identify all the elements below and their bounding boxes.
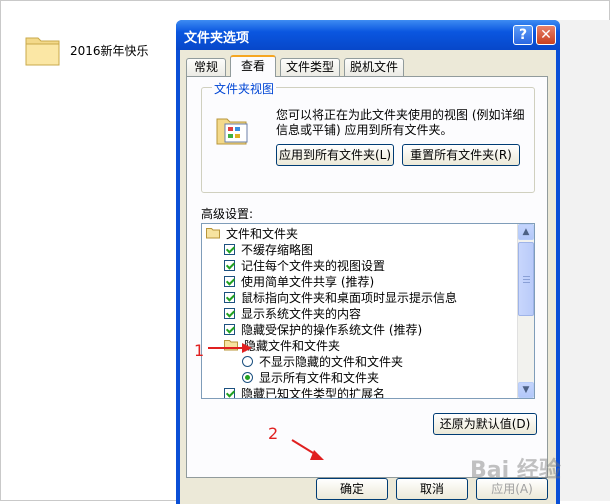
cancel-button[interactable]: 取消: [396, 478, 468, 500]
tab-offline-files[interactable]: 脱机文件: [344, 58, 404, 76]
advanced-settings-list[interactable]: 文件和文件夹 不缓存缩略图 记住每个文件夹的视图设置 使用简单文件共享 (推荐)…: [201, 223, 535, 399]
radio-button-selected[interactable]: [242, 371, 253, 383]
scroll-up-arrow-icon[interactable]: ▲: [518, 224, 534, 240]
checkbox[interactable]: [224, 243, 235, 255]
vertical-scrollbar[interactable]: ▲ ▼: [517, 224, 534, 398]
list-item[interactable]: 隐藏已知文件类型的扩展名: [224, 385, 386, 399]
list-item[interactable]: 记住每个文件夹的视图设置: [224, 257, 385, 273]
folder-label: 2016新年快乐: [70, 43, 149, 58]
list-item[interactable]: 鼠标指向文件夹和桌面项时显示提示信息: [224, 289, 457, 305]
tab-view[interactable]: 查看: [230, 55, 276, 77]
ok-button[interactable]: 确定: [316, 478, 388, 500]
restore-defaults-button[interactable]: 还原为默认值(D): [433, 413, 537, 435]
watermark: Bai 经验: [470, 458, 561, 483]
close-button[interactable]: ✕: [536, 25, 556, 45]
list-item[interactable]: 不显示隐藏的文件和文件夹: [242, 353, 403, 369]
folder-icon: [206, 228, 220, 239]
list-item[interactable]: 隐藏受保护的操作系统文件 (推荐): [224, 321, 422, 337]
checkbox[interactable]: [224, 323, 235, 335]
folder-view-icon: [216, 118, 248, 145]
view-tab-panel: 文件夹视图 您可以将正在为此文件夹使用的视图 (例如详细信息或平铺) 应用到所有…: [186, 76, 548, 478]
checkbox[interactable]: [224, 275, 235, 287]
list-item[interactable]: 使用简单文件共享 (推荐): [224, 273, 374, 289]
annotation-marker-2: 2: [268, 424, 279, 443]
setting-label: 不缓存缩略图: [241, 242, 314, 257]
setting-label: 隐藏文件和文件夹: [244, 338, 341, 353]
list-item[interactable]: 不缓存缩略图: [224, 241, 313, 257]
setting-label: 使用简单文件共享 (推荐): [241, 274, 375, 289]
folder-options-dialog: 文件夹选项 ? ✕ 常规 查看 文件类型 脱机文件 文件夹视图 您可以将正在为此…: [176, 20, 560, 504]
setting-label: 显示所有文件和文件夹: [259, 370, 380, 385]
folder-views-title: 文件夹视图: [212, 80, 277, 97]
annotation-marker-1: 1: [194, 341, 205, 360]
setting-label: 隐藏已知文件类型的扩展名: [241, 386, 386, 399]
dialog-body: 常规 查看 文件类型 脱机文件 文件夹视图 您可以将正在为此文件夹使用的视图 (…: [180, 50, 556, 504]
setting-label: 显示系统文件夹的内容: [241, 306, 362, 321]
reset-all-folders-button[interactable]: 重置所有文件夹(R): [402, 144, 520, 166]
advanced-settings-label: 高级设置:: [201, 207, 254, 221]
title-bar[interactable]: 文件夹选项 ? ✕: [176, 20, 560, 50]
desktop-background: [556, 20, 610, 501]
checkbox[interactable]: [224, 259, 235, 271]
annotation-arrow-2-icon: [291, 439, 324, 460]
checkbox[interactable]: [224, 307, 235, 319]
list-item[interactable]: 显示系统文件夹的内容: [224, 305, 361, 321]
scroll-down-arrow-icon[interactable]: ▼: [518, 382, 534, 398]
apply-to-all-folders-button[interactable]: 应用到所有文件夹(L): [276, 144, 394, 166]
setting-label: 记住每个文件夹的视图设置: [241, 258, 386, 273]
folder-icon: [25, 37, 60, 66]
help-button[interactable]: ?: [513, 25, 533, 45]
radio-button[interactable]: [242, 355, 253, 367]
setting-label: 鼠标指向文件夹和桌面项时显示提示信息: [241, 290, 458, 305]
setting-label: 不显示隐藏的文件和文件夹: [259, 354, 404, 369]
folder-views-group: 文件夹视图 您可以将正在为此文件夹使用的视图 (例如详细信息或平铺) 应用到所有…: [201, 80, 535, 193]
desktop-folder[interactable]: 2016新年快乐: [24, 32, 149, 68]
tab-general[interactable]: 常规: [186, 58, 226, 76]
folder-views-description: 您可以将正在为此文件夹使用的视图 (例如详细信息或平铺) 应用到所有文件夹。: [276, 108, 525, 137]
setting-label: 文件和文件夹: [226, 226, 299, 241]
list-item[interactable]: 文件和文件夹: [206, 225, 298, 241]
scroll-thumb[interactable]: [518, 242, 534, 316]
tab-file-types[interactable]: 文件类型: [280, 58, 340, 76]
dialog-title: 文件夹选项: [184, 31, 250, 46]
list-item[interactable]: 显示所有文件和文件夹: [242, 369, 379, 385]
annotation-arrow-1-icon: [208, 343, 252, 353]
checkbox[interactable]: [224, 387, 235, 398]
checkbox[interactable]: [224, 291, 235, 303]
setting-label: 隐藏受保护的操作系统文件 (推荐): [241, 322, 423, 337]
